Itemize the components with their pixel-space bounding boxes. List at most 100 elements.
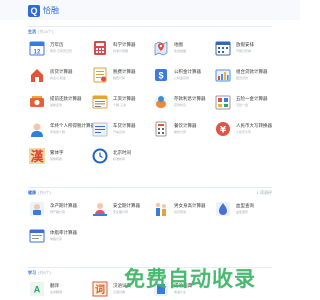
tool-name: 税费计算器 (113, 69, 136, 74)
tool-name: 孕产期计算器 (50, 203, 77, 208)
tool-tile[interactable]: 五险一金计算器 五险一金 (214, 92, 270, 114)
tool-tile[interactable]: 安全期计算器 安全期计算 (91, 199, 147, 221)
tool-tile[interactable]: 12 万年历黄历·万年历日历 (28, 38, 84, 60)
tool-tile[interactable]: 年终个人所得税计算器 年终奖个税 (28, 119, 95, 141)
bonus-icon (28, 120, 46, 138)
tool-tile[interactable]: 北京时间 标准时间 (91, 146, 147, 168)
chinese-char-icon: 漢 (28, 147, 46, 165)
clock-icon (91, 147, 109, 165)
translate-icon: A (28, 280, 46, 298)
tool-name: 繁体字 (50, 150, 64, 155)
tax-icon (91, 66, 109, 84)
tool-name: 五险一金计算器 (236, 96, 268, 101)
tool-description: 黄历·万年历日历 (50, 49, 72, 53)
section-title: 学习 (共8个) (28, 270, 51, 275)
salary-icon (91, 93, 109, 111)
tool-description: 在线翻译 (50, 290, 63, 294)
tool-description: 年终奖个税 (50, 130, 66, 134)
tool-tile[interactable]: 男女身高计算器 身高预测 (152, 199, 208, 221)
tool-name: 提前还款计算器 (50, 96, 82, 101)
tool-description: 公积金贷款 (174, 76, 190, 80)
tool-tile[interactable]: 餐饮计算器 餐饮计算 (152, 119, 208, 141)
tool-description: 节假日安排 (236, 49, 252, 53)
tool-tile[interactable]: A 翻译 在线翻译 (28, 279, 84, 300)
calendar-icon: 12 (28, 39, 46, 57)
tool-description: 科学计算器 (113, 49, 129, 53)
deposit-icon (152, 93, 170, 111)
tool-name: 人民币大写转换器 (236, 123, 272, 128)
tool-name: 餐饮计算器 (174, 123, 197, 128)
svg-text:漢: 漢 (30, 149, 44, 165)
tool-tile[interactable]: 存款利息计算器 存款利息 (152, 92, 208, 114)
height-icon (152, 200, 170, 218)
section-title-text: 学习 (28, 270, 36, 275)
tool-description: 简繁转换 (50, 157, 63, 161)
svg-text:12: 12 (34, 50, 41, 56)
tool-description: 标准时间 (113, 157, 126, 161)
section-title: 健康 (共5个) (28, 190, 51, 195)
prepay-icon (28, 93, 46, 111)
tool-description: 个税·工资 (113, 103, 126, 107)
tool-tile[interactable]: 放假安排 节假日安排 (214, 38, 270, 60)
section-title-text: 健康 (28, 190, 36, 195)
tool-tile[interactable]: 房贷计算器 商业/公积金 (28, 65, 84, 87)
tool-description: 五险一金 (236, 103, 249, 107)
tool-description: 预产期计算 (50, 210, 66, 214)
tool-name: 车贷计算器 (113, 123, 136, 128)
map-icon (152, 39, 170, 57)
tool-tile[interactable]: 地图 在线地图 (152, 38, 208, 60)
tool-description: 税费计算 (113, 76, 126, 80)
svg-text:$: $ (158, 71, 163, 81)
svg-text:A: A (34, 285, 41, 295)
tool-description: 汽车贷款 (113, 130, 126, 134)
section-title-text: 生活 (28, 29, 36, 34)
tool-tile[interactable]: 科学计算器 科学计算器 (91, 38, 147, 60)
combo-loan-icon (214, 66, 232, 84)
tool-name: 存款利息计算器 (174, 96, 206, 101)
tool-tile[interactable]: 漢 繁体字简繁转换 (28, 146, 84, 168)
tool-tile[interactable]: 提前还款计算器 提前还款 (28, 92, 84, 114)
fund-icon: $ (152, 66, 170, 84)
tool-tile[interactable]: 孕产期计算器 预产期计算 (28, 199, 84, 221)
app-title: 恰融 (43, 6, 59, 15)
logo-icon[interactable]: Q (28, 5, 40, 17)
tool-name: 万年历 (50, 42, 64, 47)
tool-description: 商业/公积金 (50, 76, 66, 80)
tool-name: 工资计算器 (113, 96, 136, 101)
tool-name: 男女身高计算器 (174, 203, 206, 208)
tool-tile[interactable]: 车贷计算器 汽车贷款 (91, 119, 147, 141)
house-icon (28, 66, 46, 84)
tool-tile[interactable]: 税费计算器 税费计算 (91, 65, 147, 87)
tool-name: 组合贷款计算器 (236, 69, 268, 74)
tool-tile[interactable]: ¥ 人民币大写转换器 人民币大写 (214, 119, 272, 141)
tool-name: 地图 (174, 42, 183, 47)
section-subtitle: (共28个) (38, 29, 54, 34)
tool-tile[interactable]: 体脂率计算器 体脂计算 (28, 226, 84, 248)
blood-type-icon (214, 200, 232, 218)
tool-name: 科学计算器 (113, 42, 136, 47)
tool-description: 在线地图 (174, 49, 187, 53)
pregnancy-icon (28, 200, 46, 218)
section-count[interactable]: 1 项测评 (257, 190, 272, 195)
section-1: 健康 (共5个) 1 项测评 孕产期计算器 预产期计算 安全期计算器 安全期计算 男女身高计算… (28, 187, 272, 243)
svg-text:¥: ¥ (220, 126, 227, 136)
tool-description: 体脂计算 (50, 237, 63, 241)
tool-description: 安全期计算 (113, 210, 129, 214)
tool-name: 年终个人所得税计算器 (50, 123, 95, 128)
svg-text:词: 词 (95, 283, 105, 296)
tool-tile[interactable]: $ 公积金计算器 公积金贷款 (152, 65, 208, 87)
tool-tile[interactable]: 血型查询 血型遗传 (214, 199, 270, 221)
schedule-icon (214, 39, 232, 57)
tool-description: 身高预测 (174, 210, 187, 214)
tool-tile[interactable]: 工资计算器个税·工资 (91, 92, 147, 114)
tool-name: 北京时间 (113, 150, 131, 155)
yuan-icon: ¥ (214, 120, 232, 138)
tool-tile[interactable]: 组合贷款计算器 组合贷款 (214, 65, 270, 87)
insurance-icon (214, 93, 232, 111)
tool-name: 公积金计算器 (174, 69, 201, 74)
section-title: 生活 (共28个) (28, 29, 53, 34)
tool-name: 体脂率计算器 (50, 230, 77, 235)
dining-icon (152, 120, 170, 138)
tool-description: 存款利息 (174, 103, 187, 107)
calculator-icon (91, 39, 109, 57)
